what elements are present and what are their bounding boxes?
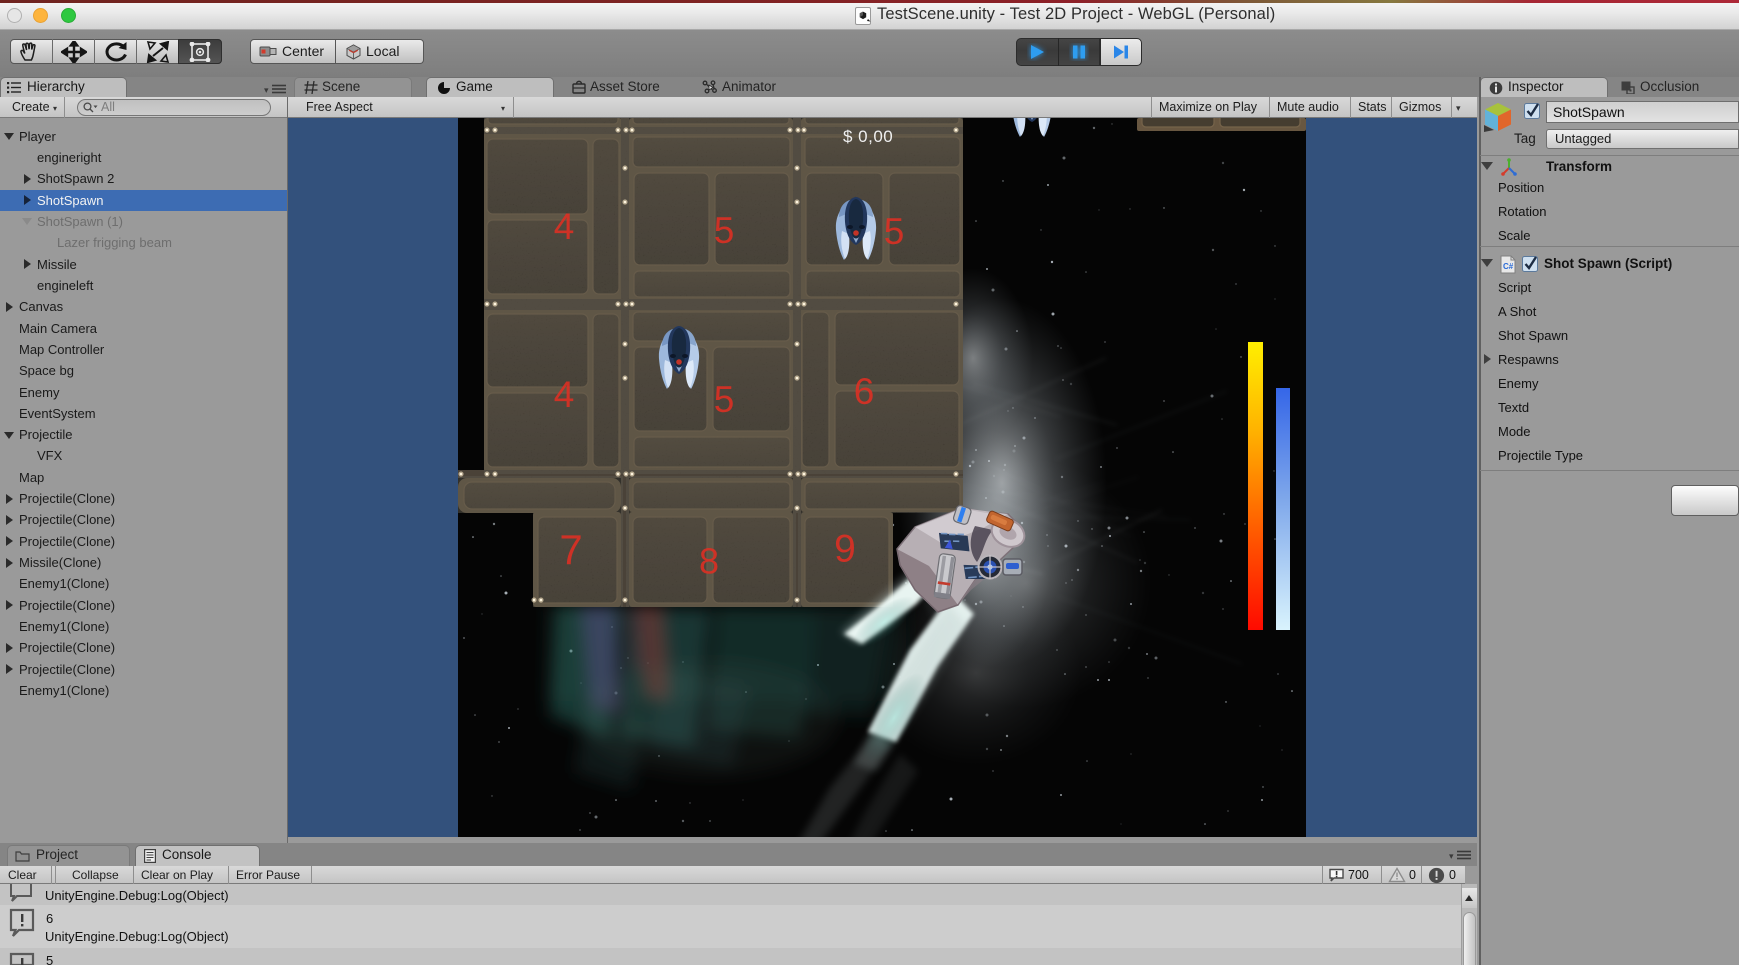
svg-text:4: 4 bbox=[554, 374, 575, 415]
svg-text:7: 7 bbox=[559, 526, 582, 573]
svg-text:C#: C# bbox=[1503, 262, 1514, 271]
svg-text:8: 8 bbox=[699, 541, 719, 582]
svg-text:6: 6 bbox=[854, 371, 875, 412]
svg-text:5: 5 bbox=[714, 379, 735, 420]
svg-text:9: 9 bbox=[834, 527, 856, 570]
svg-text:4: 4 bbox=[554, 206, 575, 247]
svg-text:$ 0,00: $ 0,00 bbox=[843, 127, 893, 146]
svg-text:5: 5 bbox=[714, 210, 735, 251]
svg-text:5: 5 bbox=[884, 211, 905, 252]
